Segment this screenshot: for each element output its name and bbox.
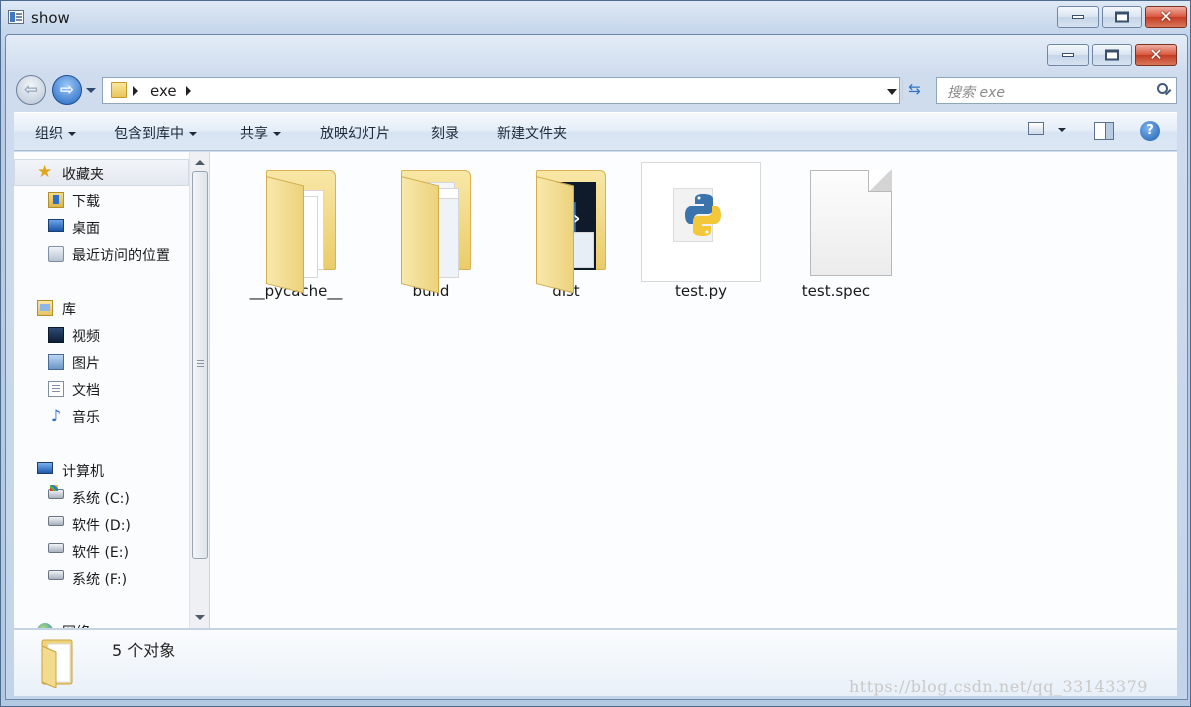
forward-button[interactable]: ⇨ <box>52 75 82 105</box>
view-options-dropdown[interactable] <box>1058 128 1066 132</box>
include-library-label: 包含到库中 <box>114 126 184 142</box>
breadcrumb-exe[interactable]: exe <box>150 82 177 100</box>
nav-item-pictures[interactable]: 图片 <box>72 353 100 373</box>
chevron-right-icon: › <box>573 208 581 229</box>
folder-icon <box>371 162 491 294</box>
drive-icon <box>48 543 64 553</box>
search-input[interactable]: 搜索 exe <box>947 82 1005 102</box>
file-item-test-py[interactable]: test.py <box>641 162 761 300</box>
nav-favorites[interactable]: 收藏夹 <box>62 164 104 184</box>
search-icon[interactable] <box>1157 83 1168 94</box>
nav-drive-c[interactable]: 系统 (C:) <box>72 488 130 508</box>
share-menu[interactable]: 共享 <box>240 123 281 143</box>
breadcrumb-arrow-icon[interactable] <box>133 86 138 96</box>
item-count: 5 个对象 <box>112 641 176 660</box>
inner-maximize-button[interactable] <box>1092 44 1132 66</box>
folder-icon <box>236 162 356 294</box>
address-history-dropdown[interactable] <box>887 89 897 95</box>
file-name: test.py <box>675 282 727 300</box>
navigation-pane: ★ 收藏夹 下载 桌面 最近访问的位置 库 视频 图片 文档 ♪ 音乐 计算机 … <box>14 152 189 628</box>
nav-network[interactable]: 网络 <box>62 622 90 628</box>
command-bar: 组织 包含到库中 共享 放映幻灯片 刻录 新建文件夹 ? <box>14 112 1177 151</box>
change-view-icon[interactable] <box>1028 122 1044 135</box>
recent-pages-dropdown[interactable] <box>86 88 96 93</box>
maximize-icon <box>1105 49 1119 61</box>
file-item-build[interactable]: build <box>371 162 491 300</box>
burn-button[interactable]: 刻录 <box>431 123 459 143</box>
drive-icon <box>48 570 64 580</box>
preview-pane-icon[interactable] <box>1094 122 1114 140</box>
videos-icon <box>48 327 64 343</box>
slideshow-button[interactable]: 放映幻灯片 <box>320 123 390 143</box>
generic-file-icon <box>776 162 896 282</box>
help-icon[interactable]: ? <box>1140 121 1160 141</box>
documents-icon <box>48 381 64 397</box>
nav-drive-d[interactable]: 软件 (D:) <box>72 515 131 535</box>
nav-item-documents[interactable]: 文档 <box>72 380 100 400</box>
organize-label: 组织 <box>35 126 63 142</box>
nav-item-videos[interactable]: 视频 <box>72 326 100 346</box>
system-drive-icon <box>48 485 64 499</box>
refresh-button[interactable]: ⇆ <box>902 79 926 100</box>
desktop-icon <box>48 219 64 232</box>
minimize-icon <box>1072 15 1084 19</box>
watermark: https://blog.csdn.net/qq_33143379 <box>849 677 1148 696</box>
window-title: show <box>31 9 70 27</box>
python-file-icon <box>641 162 761 282</box>
outer-minimize-button[interactable] <box>1057 6 1099 28</box>
organize-menu[interactable]: 组织 <box>35 123 76 143</box>
maximize-icon <box>1115 11 1129 23</box>
inner-minimize-button[interactable] <box>1047 44 1089 66</box>
scroll-down-icon[interactable] <box>195 615 205 620</box>
nav-scrollbar[interactable] <box>189 152 209 628</box>
nav-item-desktop[interactable]: 桌面 <box>72 218 100 238</box>
music-icon: ♪ <box>50 406 62 425</box>
close-icon: ✕ <box>1159 7 1173 26</box>
close-icon: ✕ <box>1149 45 1163 64</box>
include-in-library-menu[interactable]: 包含到库中 <box>114 123 197 143</box>
downloads-icon <box>48 192 64 208</box>
folder-icon <box>111 82 127 98</box>
search-box[interactable]: 搜索 exe <box>936 77 1177 104</box>
file-item-test-spec[interactable]: test.spec <box>776 162 896 300</box>
breadcrumb-arrow-icon[interactable] <box>186 86 191 96</box>
nav-item-music[interactable]: 音乐 <box>72 407 100 427</box>
file-item-dist[interactable]: › dist <box>506 162 626 300</box>
python-logo-icon <box>685 194 721 236</box>
back-arrow-icon: ⇦ <box>23 80 39 100</box>
recent-places-icon <box>48 246 64 262</box>
file-item-pycache[interactable]: __pycache__ <box>236 162 356 300</box>
scroll-up-icon[interactable] <box>195 160 205 165</box>
folder-icon <box>41 639 73 688</box>
scroll-thumb[interactable] <box>192 171 208 559</box>
star-icon: ★ <box>37 162 53 182</box>
share-label: 共享 <box>240 126 268 142</box>
nav-libraries[interactable]: 库 <box>62 299 76 319</box>
forward-arrow-icon: ⇨ <box>59 80 75 100</box>
nav-item-downloads[interactable]: 下载 <box>72 191 100 211</box>
minimize-icon <box>1062 53 1074 57</box>
outer-title-bar[interactable]: show <box>1 1 1190 33</box>
address-bar[interactable]: exe <box>102 77 900 104</box>
inner-close-button[interactable]: ✕ <box>1135 44 1177 66</box>
network-icon <box>37 623 53 628</box>
grip-icon <box>197 360 204 361</box>
back-button[interactable]: ⇦ <box>16 75 46 105</box>
nav-drive-f[interactable]: 系统 (F:) <box>72 569 127 589</box>
computer-icon <box>37 462 53 474</box>
new-folder-button[interactable]: 新建文件夹 <box>497 123 567 143</box>
libraries-icon <box>37 300 53 316</box>
window-app-icon[interactable] <box>8 10 24 24</box>
pictures-icon <box>48 354 64 370</box>
refresh-icon: ⇆ <box>908 80 921 98</box>
outer-close-button[interactable]: ✕ <box>1145 6 1187 28</box>
nav-drive-e[interactable]: 软件 (E:) <box>72 542 129 562</box>
folder-icon: › <box>506 162 626 294</box>
nav-computer[interactable]: 计算机 <box>62 461 104 481</box>
file-name: test.spec <box>801 282 871 300</box>
outer-maximize-button[interactable] <box>1102 6 1142 28</box>
file-list: __pycache__ build › dist <box>210 152 1177 628</box>
nav-item-recent[interactable]: 最近访问的位置 <box>72 245 170 265</box>
drive-icon <box>48 516 64 526</box>
